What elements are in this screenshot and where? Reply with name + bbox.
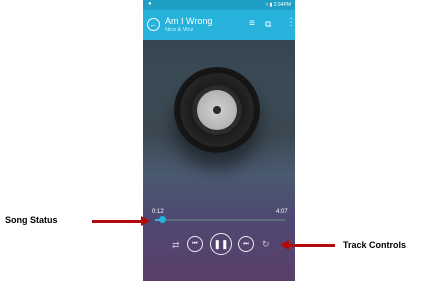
progress-bar[interactable] bbox=[155, 216, 285, 223]
song-status-arrow-head bbox=[141, 216, 150, 226]
song-title: Am I Wrong bbox=[165, 16, 213, 26]
artist-name: Nico & Vinz bbox=[165, 27, 194, 33]
vinyl-hole bbox=[213, 106, 221, 114]
current-time: 0:12 bbox=[152, 209, 164, 215]
pause-icon: ❚❚ bbox=[213, 239, 229, 249]
vinyl-record-artwork bbox=[174, 67, 260, 153]
next-icon: ⏭ bbox=[243, 241, 249, 247]
phone-screen: ● ▿ ▮ 2:34PM ← Am I Wrong Nico & Vinz ≡ … bbox=[143, 0, 295, 281]
status-bar: ● ▿ ▮ 2:34PM bbox=[143, 0, 295, 10]
more-icon[interactable]: ⋮ bbox=[286, 18, 295, 28]
song-status-label: Song Status bbox=[5, 215, 58, 225]
status-ampm: PM bbox=[283, 2, 292, 8]
shuffle-icon[interactable]: ⇄ bbox=[172, 240, 180, 251]
previous-button[interactable]: ⏮ bbox=[187, 236, 203, 252]
track-controls-label: Track Controls bbox=[343, 240, 407, 250]
repeat-icon[interactable]: ↻ bbox=[262, 239, 270, 250]
progress-knob[interactable] bbox=[158, 216, 166, 223]
app-bar: ← Am I Wrong Nico & Vinz ≡ ⧉ ⋮ bbox=[143, 10, 295, 40]
next-button[interactable]: ⏭ bbox=[238, 236, 254, 252]
queue-icon[interactable]: ⧉ bbox=[265, 19, 271, 29]
song-status-arrow-line bbox=[92, 220, 142, 223]
pause-button[interactable]: ❚❚ bbox=[210, 233, 232, 255]
vinyl-label bbox=[197, 90, 237, 130]
status-icons: ▿ ▮ 2:34PM bbox=[265, 2, 292, 8]
status-time: 2:34 bbox=[273, 2, 284, 8]
total-time: 4:07 bbox=[276, 209, 288, 215]
track-controls-arrow-line bbox=[288, 244, 335, 247]
previous-icon: ⏮ bbox=[192, 241, 198, 247]
back-icon[interactable]: ← bbox=[147, 18, 160, 31]
list-icon[interactable]: ≡ bbox=[249, 19, 255, 29]
notification-icon: ● bbox=[148, 1, 152, 7]
